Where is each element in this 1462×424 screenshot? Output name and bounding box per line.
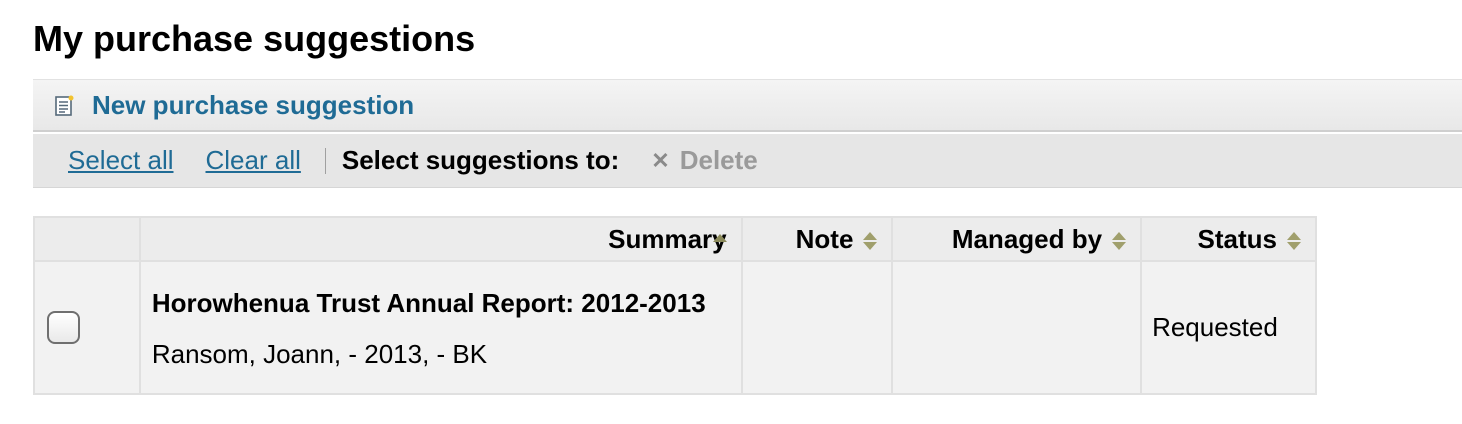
select-all-link[interactable]: Select all: [68, 145, 174, 176]
clear-all-link[interactable]: Clear all: [206, 145, 301, 176]
managed-by-header-label: Managed by: [951, 223, 1103, 254]
sort-icon: [863, 231, 878, 250]
status-cell: Requested: [1140, 260, 1317, 395]
note-header-label: Note: [795, 223, 854, 254]
note-cell: [740, 260, 894, 395]
sort-ascending-icon: [712, 234, 727, 242]
page-title: My purchase suggestions: [33, 18, 476, 59]
summary-column-header[interactable]: Summary: [138, 216, 743, 262]
suggestions-table: Summary Note Managed by Status Horowhenu…: [33, 216, 1317, 395]
new-purchase-suggestion-button[interactable]: New purchase suggestion: [55, 90, 414, 120]
toolbar: New purchase suggestion: [33, 79, 1462, 132]
summary-header-label: Summary: [608, 223, 727, 254]
note-column-header[interactable]: Note: [740, 216, 894, 262]
suggestion-title: Horowhenua Trust Annual Report: 2012-201…: [151, 287, 706, 318]
row-checkbox[interactable]: [47, 311, 80, 344]
selection-bar: Select all Clear all Select suggestions …: [33, 134, 1462, 188]
summary-cell: Horowhenua Trust Annual Report: 2012-201…: [138, 260, 743, 395]
select-suggestions-label: Select suggestions to:: [341, 145, 620, 175]
row-checkbox-cell: [33, 260, 141, 395]
delete-label: Delete: [679, 145, 758, 175]
close-icon: ✕: [651, 147, 670, 173]
table-row: Horowhenua Trust Annual Report: 2012-201…: [33, 260, 1317, 395]
sort-icon: [1287, 231, 1301, 250]
managed-by-cell: [891, 260, 1143, 395]
delete-button[interactable]: ✕ Delete: [651, 145, 757, 176]
separator: [324, 147, 326, 174]
checkbox-column-header: [33, 216, 141, 262]
table-header-row: Summary Note Managed by Status: [33, 216, 1317, 262]
new-purchase-suggestion-label: New purchase suggestion: [92, 90, 415, 120]
new-document-icon: [55, 95, 74, 116]
sort-icon: [1112, 231, 1127, 250]
status-header-label: Status: [1197, 223, 1277, 254]
managed-by-column-header[interactable]: Managed by: [891, 216, 1143, 262]
suggestion-meta: Ransom, Joann, - 2013, - BK: [151, 338, 488, 369]
status-column-header[interactable]: Status: [1140, 216, 1317, 262]
